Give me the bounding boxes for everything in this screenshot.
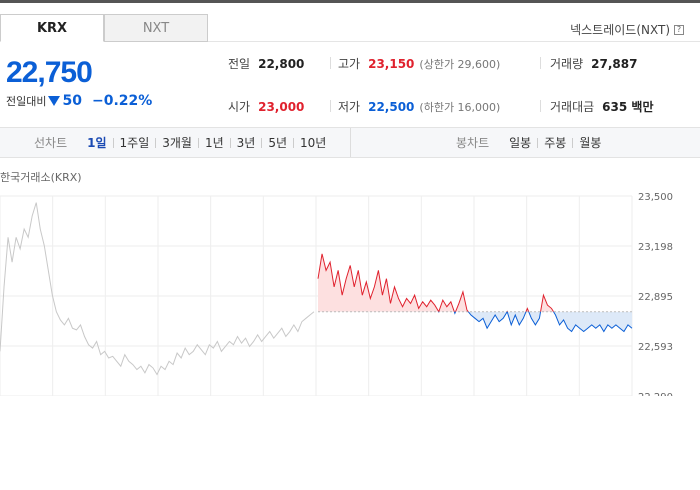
period-1w[interactable]: 1주일: [114, 134, 156, 151]
chart-grid: [0, 195, 633, 396]
stat-divider: [330, 100, 331, 112]
tab-nxt[interactable]: NXT: [104, 14, 208, 42]
candle-monthly[interactable]: 월봉: [573, 134, 607, 151]
stat-label: 고가: [338, 57, 361, 71]
help-icon[interactable]: ?: [674, 24, 684, 35]
stat-value: 23,150: [368, 57, 415, 71]
period-3m[interactable]: 3개월: [156, 134, 198, 151]
tab-krx[interactable]: KRX: [0, 14, 104, 42]
stat-divider: [540, 100, 541, 112]
candle-daily[interactable]: 일봉: [503, 134, 537, 151]
tab-divider: [208, 41, 700, 42]
stat-amount: 거래대금 635 백만: [550, 98, 653, 115]
top-border: [0, 0, 700, 3]
stat-open: 시가 23,000: [228, 98, 304, 115]
chart-fills: [318, 253, 632, 332]
stat-divider: [330, 57, 331, 69]
period-3y[interactable]: 3년: [231, 134, 262, 151]
period-1y[interactable]: 1년: [199, 134, 230, 151]
nextrade-link-label: 넥스트레이드(NXT): [570, 23, 670, 37]
y-tick-label: 22,290: [638, 392, 673, 396]
y-tick-label: 23,500: [638, 192, 673, 203]
candle-chart-periods: 봉차트 일봉 주봉 월봉: [456, 128, 607, 157]
stat-label: 거래대금: [550, 100, 595, 114]
stat-divider: [540, 57, 541, 69]
period-10y[interactable]: 10년: [294, 134, 332, 151]
stat-value: 635 백만: [602, 100, 654, 114]
y-tick-label: 23,198: [638, 242, 673, 253]
period-bar: 선차트 1일 1주일 3개월 1년 3년 5년 10년 봉차트 일봉 주봉 월봉: [0, 127, 700, 158]
stat-high: 고가 23,150 (상한가 29,600): [338, 55, 500, 72]
y-tick-label: 22,895: [638, 292, 673, 303]
period-bar-divider: [350, 128, 351, 157]
y-tick-label: 22,593: [638, 342, 673, 353]
stat-volume: 거래량 27,887: [550, 55, 637, 72]
price-change: 전일대비 50 −0.22%: [6, 93, 152, 109]
stat-label: 저가: [338, 100, 361, 114]
change-value: 50: [62, 93, 82, 109]
stat-label: 시가: [228, 100, 251, 114]
series-previous-day: [0, 202, 315, 376]
current-price: 22,750: [6, 56, 93, 89]
y-axis-ticks: 23,500 23,198 22,895 22,593 22,290: [638, 192, 673, 396]
stat-label: 거래량: [550, 57, 584, 71]
stat-low: 저가 22,500 (하한가 16,000): [338, 98, 500, 115]
stat-sub: (하한가 16,000): [419, 101, 501, 114]
candle-chart-title: 봉차트: [456, 136, 490, 150]
change-percent: −0.22%: [91, 93, 153, 109]
change-label: 전일대비: [6, 95, 47, 108]
line-chart-periods: 선차트 1일 1주일 3개월 1년 3년 5년 10년: [34, 128, 332, 157]
stat-value: 22,800: [258, 57, 305, 71]
period-5y[interactable]: 5년: [262, 134, 293, 151]
stat-prev-close: 전일 22,800: [228, 55, 304, 72]
price-chart: 23,500 23,198 22,895 22,593 22,290: [0, 192, 673, 396]
stat-value: 22,500: [368, 100, 415, 114]
period-1d[interactable]: 1일: [81, 134, 112, 151]
stat-sub: (상한가 29,600): [419, 58, 501, 71]
market-tabs: KRX NXT: [0, 14, 208, 42]
line-chart-title: 선차트: [34, 136, 68, 150]
nextrade-link[interactable]: 넥스트레이드(NXT) ?: [570, 21, 684, 38]
down-triangle-icon: [48, 96, 61, 106]
chart-source: 한국거래소(KRX): [0, 171, 82, 184]
stat-value: 27,887: [591, 57, 638, 71]
stat-value: 23,000: [258, 100, 305, 114]
stat-label: 전일: [228, 57, 251, 71]
candle-weekly[interactable]: 주봉: [538, 134, 572, 151]
